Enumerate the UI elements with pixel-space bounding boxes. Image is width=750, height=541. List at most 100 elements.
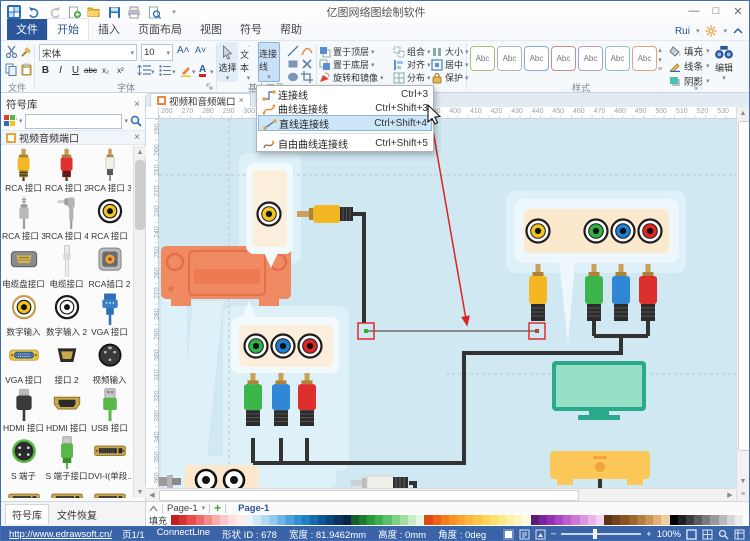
audio-socket-callout[interactable] — [184, 465, 259, 488]
scroll-left-icon[interactable]: ◀ — [146, 489, 158, 501]
palette-swatch-31[interactable] — [424, 515, 432, 525]
undo-icon[interactable] — [26, 4, 42, 20]
palette-swatch-41[interactable] — [506, 515, 514, 525]
minimize-button[interactable]: — — [683, 1, 705, 21]
palette-swatch-65[interactable] — [702, 515, 710, 525]
palette-swatch-50[interactable] — [580, 515, 588, 525]
zoom-area-icon[interactable] — [718, 529, 729, 540]
palette-swatch-7[interactable] — [228, 515, 236, 525]
palette-swatch-36[interactable] — [465, 515, 473, 525]
style-swatch-6[interactable]: Abc — [632, 46, 657, 71]
scroll-up-icon[interactable]: ▲ — [737, 107, 749, 119]
fill-button[interactable]: 填充▾ — [669, 44, 710, 58]
rca-plug-yellow-horizontal[interactable] — [297, 205, 353, 223]
palette-swatch-15[interactable] — [294, 515, 302, 525]
palette-swatch-28[interactable] — [400, 515, 408, 525]
font-button-1[interactable]: I — [54, 63, 67, 77]
arrange-size-button[interactable]: 大小▾ — [431, 45, 469, 58]
symbol-电缆盘接口[interactable]: 电缆盘接口 — [2, 242, 45, 290]
symbol-VGA-接口[interactable]: VGA 接口 — [88, 290, 131, 338]
zoom-slider[interactable] — [561, 533, 641, 535]
arrange-protect-button[interactable]: 保护▾ — [431, 71, 469, 84]
ribbon-tab-1[interactable]: 开始 — [47, 18, 89, 40]
format-painter-icon[interactable] — [20, 45, 33, 58]
scroll-up-icon[interactable]: ▲ — [134, 146, 146, 158]
palette-swatch-11[interactable] — [261, 515, 269, 525]
tab-file-recovery[interactable]: 文件恢复 — [51, 505, 103, 524]
panel-scrollbar[interactable]: ▲ ▼ — [133, 146, 145, 498]
symbol-HDMI-接口[interactable]: HDMI 接口 — [2, 386, 45, 434]
qat-dropdown-icon[interactable]: ▾ — [166, 4, 182, 20]
ribbon-tab-6[interactable]: 帮助 — [271, 19, 311, 40]
symbol-RCA-接口[interactable]: RCA 接口 — [2, 146, 45, 194]
arrange-center-button[interactable]: 居中▾ — [431, 58, 469, 71]
palette-swatch-13[interactable] — [277, 515, 285, 525]
style-swatch-4[interactable]: Abc — [578, 46, 603, 71]
palette-swatch-35[interactable] — [457, 515, 465, 525]
arrange-rotate-button[interactable]: 旋转和镜像▾ — [319, 71, 384, 84]
copy-icon[interactable] — [5, 63, 18, 76]
palette-swatch-5[interactable] — [212, 515, 220, 525]
style-swatch-3[interactable]: Abc — [551, 46, 576, 71]
line-shape-icon[interactable] — [287, 45, 299, 57]
scroll-down-icon[interactable]: ▼ — [737, 475, 749, 487]
symbol-dvi-22[interactable] — [45, 482, 88, 498]
white-rca-plug[interactable] — [351, 476, 408, 488]
account-name[interactable]: Rui — [675, 26, 690, 37]
tv-shape[interactable] — [554, 363, 644, 420]
symbol-dvi-23[interactable] — [88, 482, 131, 498]
palette-swatch-4[interactable] — [204, 515, 212, 525]
symbol-视频输入[interactable]: 视频输入 — [88, 338, 131, 386]
palette-swatch-34[interactable] — [449, 515, 457, 525]
panel-scrollbar-thumb[interactable] — [135, 160, 145, 230]
tab-symbol-library[interactable]: 符号库 — [5, 504, 49, 524]
palette-swatch-22[interactable] — [351, 515, 359, 525]
app-logo-icon[interactable] — [6, 4, 22, 20]
symbol-电缆接口[interactable]: 电缆接口 — [45, 242, 88, 290]
rca-socket-red[interactable] — [299, 335, 322, 358]
close-button[interactable]: ✕ — [727, 1, 749, 21]
palette-swatch-21[interactable] — [343, 515, 351, 525]
arrange-group-button[interactable]: 组合▾ — [393, 45, 431, 58]
component-plugs-bottom[interactable] — [244, 373, 316, 426]
palette-swatch-26[interactable] — [383, 515, 391, 525]
palette-swatch-2[interactable] — [187, 515, 195, 525]
tv-socket-yellow[interactable] — [527, 220, 550, 243]
highlight-pen-icon[interactable] — [180, 65, 192, 77]
font-button-5[interactable]: x² — [114, 63, 127, 77]
palette-swatch-18[interactable] — [318, 515, 326, 525]
tv-socket-blue[interactable] — [612, 220, 635, 243]
scroll-right-icon[interactable]: ▶ — [724, 489, 736, 501]
zoom-slider-thumb[interactable] — [593, 529, 597, 539]
palette-swatch-23[interactable] — [359, 515, 367, 525]
font-dialog-launcher-icon[interactable] — [206, 83, 213, 90]
menu-item-4[interactable]: 自由曲线连接线Ctrl+Shift+5 — [258, 136, 432, 150]
palette-swatch-19[interactable] — [326, 515, 334, 525]
select-tool-button[interactable]: 选择▾ — [217, 42, 238, 82]
ribbon-tab-0[interactable]: 文件 — [7, 19, 47, 40]
palette-swatch-70[interactable] — [743, 515, 750, 525]
font-size-select[interactable]: 10▾ — [141, 44, 173, 61]
palette-swatch-52[interactable] — [596, 515, 604, 525]
grow-font-icon[interactable]: A˄ — [177, 45, 190, 56]
zoom-level[interactable]: 100% — [657, 529, 681, 540]
ribbon-tab-5[interactable]: 符号 — [231, 19, 271, 40]
add-page-button[interactable]: + — [214, 501, 221, 515]
collapse-pages-icon[interactable] — [149, 505, 158, 512]
palette-swatch-20[interactable] — [334, 515, 342, 525]
menu-item-0[interactable]: 连接线Ctrl+3 — [258, 87, 432, 101]
palette-swatch-37[interactable] — [473, 515, 481, 525]
palette-swatch-56[interactable] — [629, 515, 637, 525]
palette-swatch-63[interactable] — [686, 515, 694, 525]
audio-socket-right[interactable] — [224, 470, 244, 488]
line-style-button[interactable]: 线条▾ — [669, 59, 710, 73]
print-icon[interactable] — [126, 4, 142, 20]
palette-swatch-49[interactable] — [571, 515, 579, 525]
palette-swatch-9[interactable] — [245, 515, 253, 525]
panel-close-icon[interactable]: × — [134, 98, 140, 110]
search-icon[interactable] — [130, 115, 142, 127]
palette-swatch-67[interactable] — [719, 515, 727, 525]
rca-socket-green[interactable] — [245, 335, 268, 358]
symbol-RCA-接口-2[interactable]: RCA 接口 2 — [45, 146, 88, 194]
gear-icon[interactable] — [705, 25, 717, 37]
